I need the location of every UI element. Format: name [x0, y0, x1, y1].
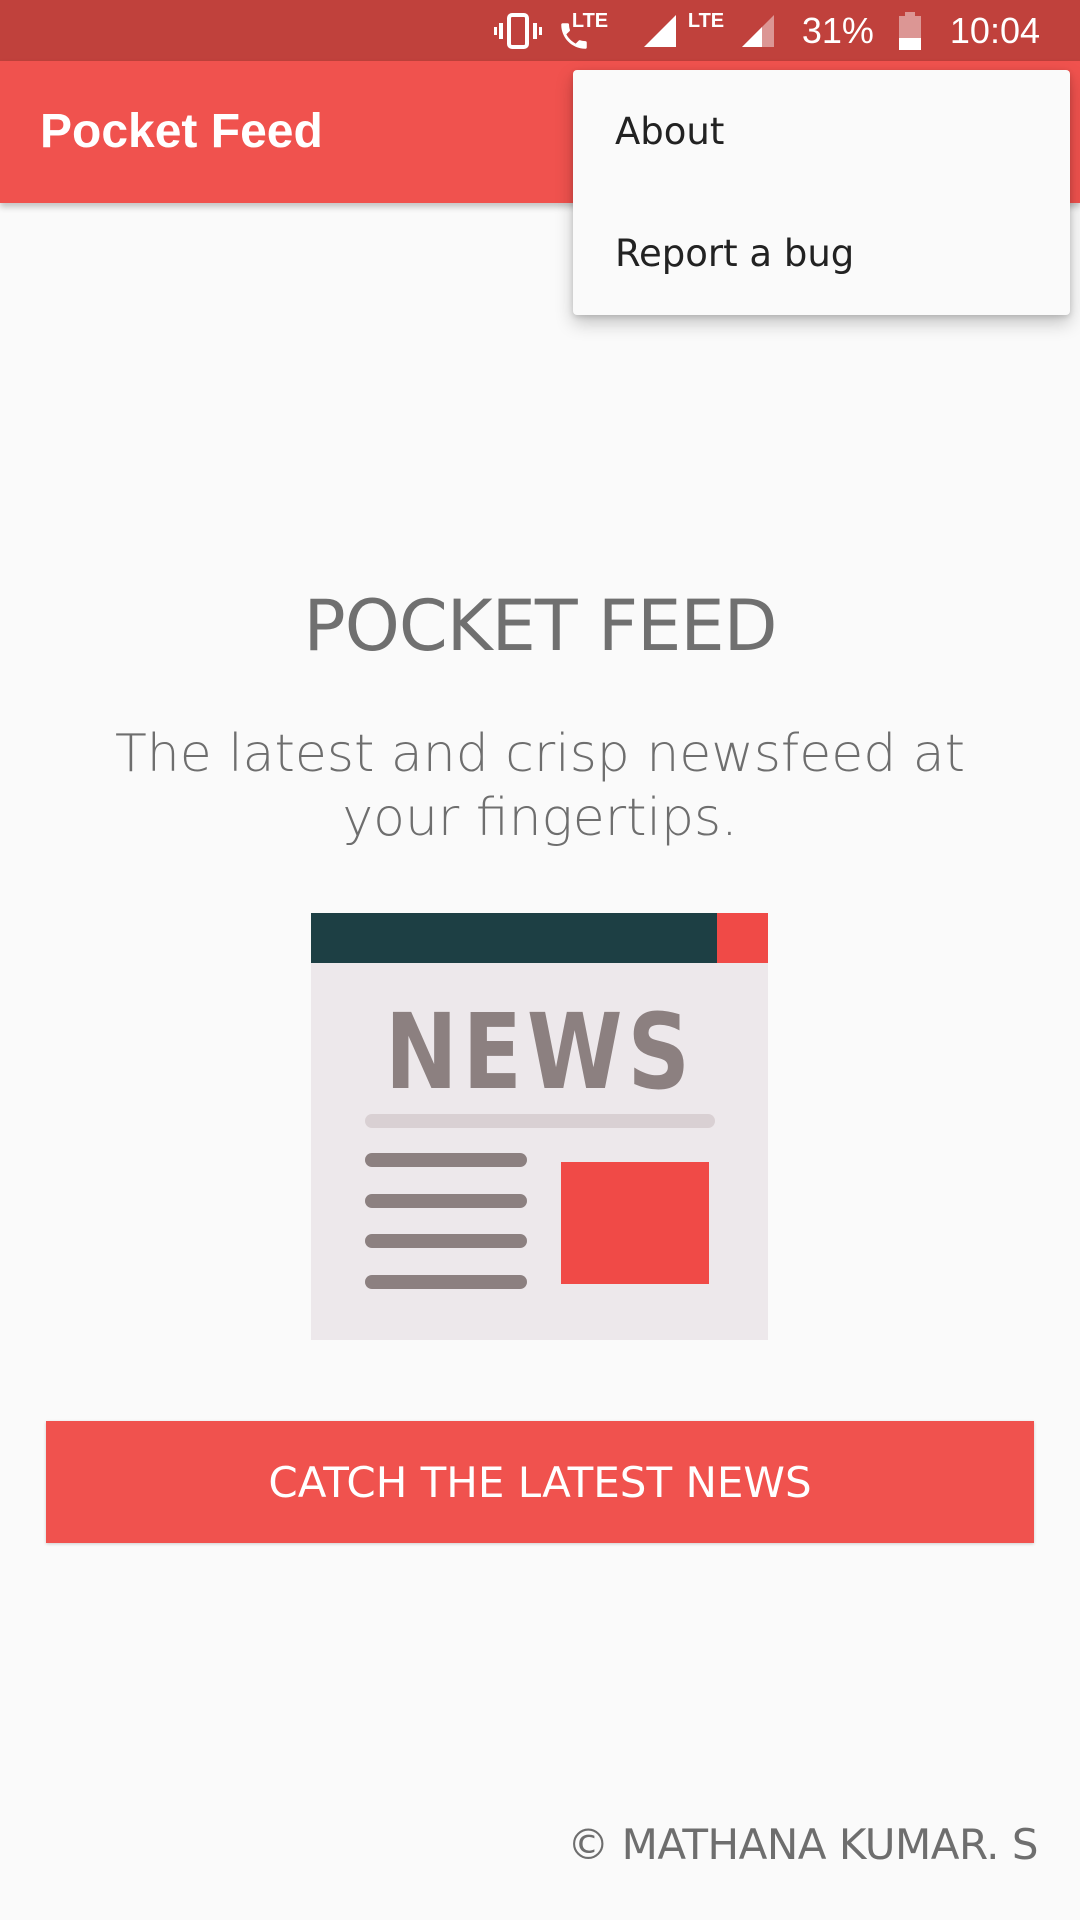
photo-block: [561, 1162, 709, 1284]
copyright: © MATHANA KUMAR. S: [567, 1820, 1038, 1869]
app-title: Pocket Feed: [40, 105, 323, 158]
status-icons: LTE LTE 31% 10:04: [492, 0, 1080, 61]
signal-icon: [738, 0, 778, 61]
volte-call-icon: LTE: [544, 0, 608, 61]
battery-percent: 31%: [801, 9, 874, 51]
status-bar: LTE LTE 31% 10:04: [0, 0, 1080, 61]
newspaper-illustration: NEWS: [311, 913, 768, 1340]
lte-indicator: LTE: [680, 0, 730, 61]
battery-icon: [890, 0, 930, 61]
news-label: NEWS: [385, 991, 695, 1113]
lte-label: LTE: [687, 10, 725, 32]
text-line: [365, 1153, 527, 1167]
clock: 10:04: [949, 9, 1040, 51]
text-line: [365, 1275, 527, 1289]
menu-item-report-bug[interactable]: Report a bug: [573, 192, 1070, 314]
page-title: POCKET FEED: [303, 585, 778, 667]
headline-rule: [365, 1114, 715, 1128]
text-line: [365, 1234, 527, 1248]
tagline: The latest and crisp newsfeed at your fi…: [114, 724, 965, 848]
newspaper-header-bar: [311, 913, 717, 963]
catch-latest-news-button[interactable]: CATCH THE LATEST NEWS: [46, 1421, 1034, 1543]
signal-icon: [640, 0, 680, 61]
overflow-menu: About Report a bug: [573, 70, 1070, 315]
vibrate-icon: [492, 0, 544, 61]
text-line: [365, 1194, 527, 1208]
newspaper-header-accent: [717, 913, 768, 963]
lte-label: LTE: [571, 10, 609, 32]
menu-item-about[interactable]: About: [573, 70, 1070, 192]
